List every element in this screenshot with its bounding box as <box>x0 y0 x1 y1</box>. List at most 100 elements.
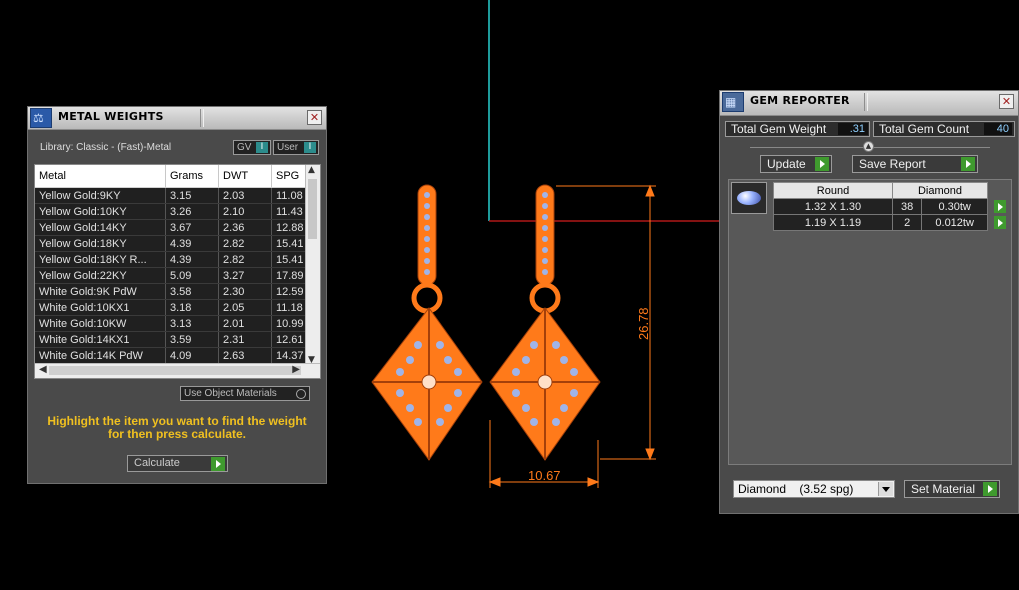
column-header-dwt[interactable]: DWT <box>218 165 272 188</box>
scale-icon: ⚖ <box>30 108 52 128</box>
play-icon[interactable] <box>993 216 1006 229</box>
collapse-icon[interactable]: ▲ <box>863 141 874 152</box>
gem-row[interactable]: 1.19 X 1.19 2 0.012tw <box>773 214 1011 231</box>
table-cell: 2.31 <box>218 331 272 348</box>
scroll-right-icon[interactable]: ▶ <box>292 364 300 375</box>
gem-weight-cell: 0.30tw <box>921 198 988 215</box>
column-header-grams[interactable]: Grams <box>165 165 219 188</box>
update-button[interactable]: Update <box>760 155 832 173</box>
gem-table[interactable]: Round Diamond 1.32 X 1.30 38 0.30tw 1.19 X … <box>773 182 1011 231</box>
gem-header-material: Diamond <box>892 182 988 199</box>
calculate-button[interactable]: Calculate <box>127 455 228 472</box>
total-gem-count-value: 40 <box>984 123 1012 135</box>
gem-thumbnail[interactable] <box>731 182 767 214</box>
gem-row-action[interactable] <box>988 199 1011 215</box>
user-toggle-switch: I <box>304 142 316 153</box>
table-row[interactable]: White Gold:14KX1 3.59 2.31 12.61 <box>35 331 320 348</box>
close-icon[interactable]: ✕ <box>307 110 322 125</box>
table-cell: 2.63 <box>218 347 272 364</box>
table-cell: White Gold:14KX1 <box>35 331 166 348</box>
total-gem-weight-field: Total Gem Weight .31 <box>725 121 870 137</box>
table-cell: 2.82 <box>218 235 272 252</box>
table-cell: Yellow Gold:18KY R... <box>35 251 166 268</box>
table-cell: Yellow Gold:22KY <box>35 267 166 284</box>
user-toggle-label: User <box>277 142 299 153</box>
play-icon <box>211 457 225 471</box>
table-cell: White Gold:10KX1 <box>35 299 166 316</box>
gem-reporter-titlebar[interactable]: ▦ GEM REPORTER ✕ <box>720 91 1018 116</box>
table-cell: Yellow Gold:10KY <box>35 203 166 220</box>
material-select-value: Diamond (3.52 spg) <box>738 482 854 496</box>
set-material-button[interactable]: Set Material <box>904 480 1000 498</box>
table-cell: 5.09 <box>165 267 219 284</box>
total-gem-weight-label: Total Gem Weight <box>731 122 827 136</box>
scroll-left-icon[interactable]: ◀ <box>39 364 47 375</box>
gv-toggle[interactable]: GV I <box>233 140 271 155</box>
table-row[interactable]: Yellow Gold:9KY 3.15 2.03 11.08 <box>35 187 320 204</box>
panel-title: GEM REPORTER <box>750 94 850 107</box>
table-row[interactable]: Yellow Gold:18KY R... 4.39 2.82 15.41 <box>35 251 320 268</box>
table-cell: 2.30 <box>218 283 272 300</box>
table-cell: 2.01 <box>218 315 272 332</box>
table-row[interactable]: White Gold:14K PdW 4.09 2.63 14.37 <box>35 347 320 364</box>
table-cell: 2.03 <box>218 187 272 204</box>
gem-row-action[interactable] <box>988 215 1011 231</box>
table-row[interactable]: Yellow Gold:14KY 3.67 2.36 12.88 <box>35 219 320 236</box>
metal-weights-panel: ⚖ METAL WEIGHTS ✕ Library: Classic - (Fa… <box>27 106 327 484</box>
save-report-label: Save Report <box>859 157 926 171</box>
close-icon[interactable]: ✕ <box>999 94 1014 109</box>
gem-count-cell: 38 <box>891 198 923 215</box>
table-cell: Yellow Gold:18KY <box>35 235 166 252</box>
play-icon[interactable] <box>993 200 1006 213</box>
metal-table-grid[interactable]: Metal Grams DWT SPG Yellow Gold:9KY 3.15 2… <box>35 165 320 364</box>
horizontal-scroll-thumb[interactable] <box>49 366 301 375</box>
material-select[interactable]: Diamond (3.52 spg) <box>733 480 895 498</box>
table-cell: 3.15 <box>165 187 219 204</box>
table-row[interactable]: Yellow Gold:18KY 4.39 2.82 15.41 <box>35 235 320 252</box>
gem-reporter-panel: ▦ GEM REPORTER ✕ Total Gem Weight .31 To… <box>719 90 1019 514</box>
metal-table[interactable]: Metal Grams DWT SPG Yellow Gold:9KY 3.15 2… <box>34 164 321 379</box>
table-cell: 2.10 <box>218 203 272 220</box>
table-cell: 3.18 <box>165 299 219 316</box>
table-row[interactable]: Yellow Gold:22KY 5.09 3.27 17.89 <box>35 267 320 284</box>
user-toggle[interactable]: User I <box>273 140 319 155</box>
scroll-up-icon[interactable]: ▲ <box>308 165 315 175</box>
vertical-scrollbar[interactable]: ▲ ▼ <box>305 165 320 365</box>
chevron-down-icon[interactable] <box>878 482 893 496</box>
table-row[interactable]: White Gold:10KW 3.13 2.01 10.99 <box>35 315 320 332</box>
column-header-metal[interactable]: Metal <box>35 165 166 188</box>
play-icon <box>983 482 997 496</box>
table-cell: 3.13 <box>165 315 219 332</box>
gem-weight-cell: 0.012tw <box>921 214 988 231</box>
gv-toggle-switch: I <box>256 142 268 153</box>
metal-weights-titlebar[interactable]: ⚖ METAL WEIGHTS ✕ <box>28 107 326 130</box>
gem-size-cell: 1.19 X 1.19 <box>773 214 893 231</box>
horizontal-scrollbar[interactable]: ◀ ▶ <box>35 363 320 378</box>
gem-list-area[interactable]: Round Diamond 1.32 X 1.30 38 0.30tw 1.19 X … <box>728 179 1012 465</box>
table-cell: 2.82 <box>218 251 272 268</box>
table-row[interactable]: Yellow Gold:10KY 3.26 2.10 11.43 <box>35 203 320 220</box>
table-cell: 4.09 <box>165 347 219 364</box>
library-label: Library: Classic - (Fast)-Metal <box>40 142 172 153</box>
title-divider <box>200 109 204 127</box>
table-row[interactable]: White Gold:10KX1 3.18 2.05 11.18 <box>35 299 320 316</box>
panel-title: METAL WEIGHTS <box>58 110 164 123</box>
gem-size-cell: 1.32 X 1.30 <box>773 198 893 215</box>
use-object-materials-toggle[interactable]: Use Object Materials <box>180 386 310 401</box>
gem-row[interactable]: 1.32 X 1.30 38 0.30tw <box>773 198 1011 215</box>
dimension-height-label: 26.78 <box>636 307 651 340</box>
table-cell: Yellow Gold:14KY <box>35 219 166 236</box>
scroll-thumb[interactable] <box>308 179 317 239</box>
table-cell: White Gold:14K PdW <box>35 347 166 364</box>
table-cell: 3.59 <box>165 331 219 348</box>
table-cell: 3.26 <box>165 203 219 220</box>
radio-icon <box>296 389 306 399</box>
play-icon <box>961 157 975 171</box>
table-row[interactable]: White Gold:9K PdW 3.58 2.30 12.59 <box>35 283 320 300</box>
table-cell: 3.67 <box>165 219 219 236</box>
gem-count-cell: 2 <box>891 214 923 231</box>
table-cell: White Gold:10KW <box>35 315 166 332</box>
save-report-button[interactable]: Save Report <box>852 155 978 173</box>
use-object-materials-label: Use Object Materials <box>184 388 277 399</box>
table-cell: 2.36 <box>218 219 272 236</box>
